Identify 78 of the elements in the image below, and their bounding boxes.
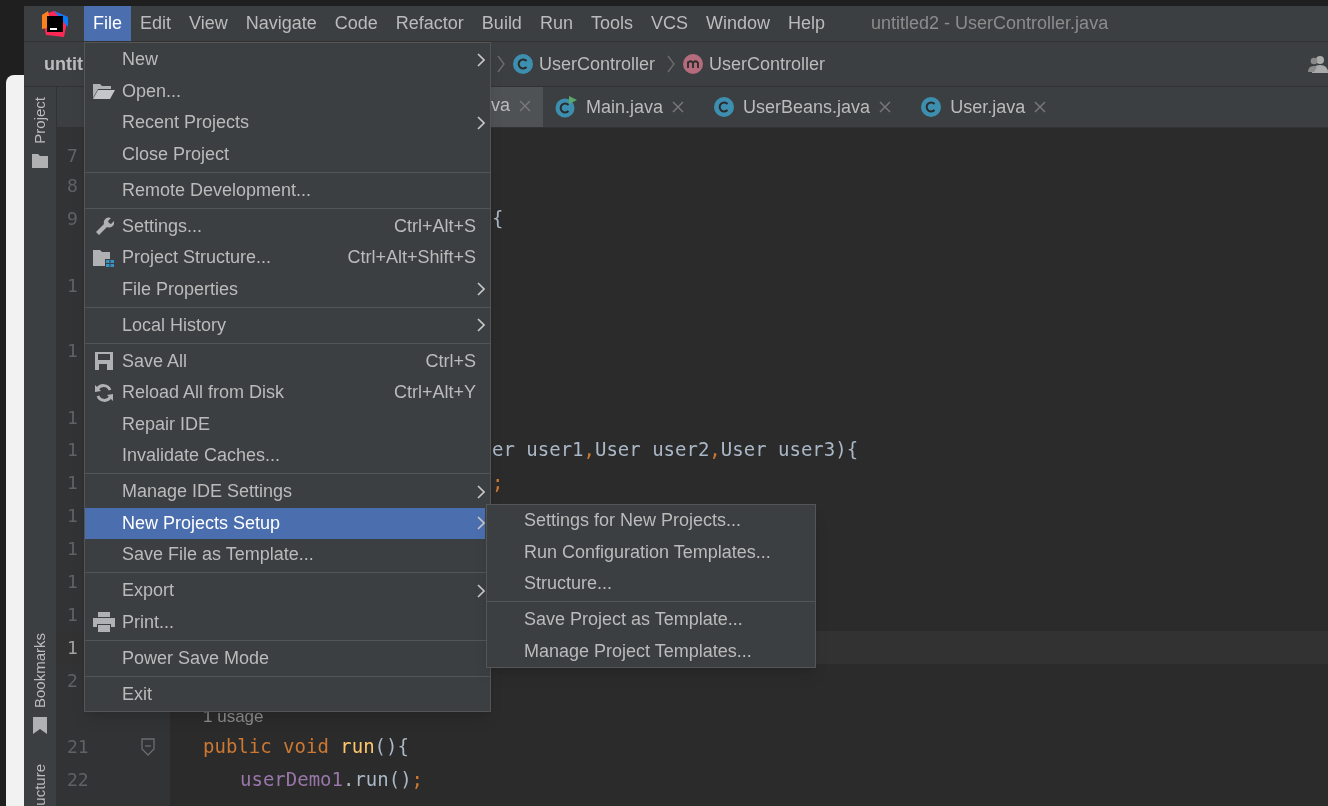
close-icon[interactable] [519, 99, 531, 112]
window-title: untitled2 - UserController.java [871, 12, 1109, 35]
code-line: userDemo1.run(); [240, 767, 424, 793]
folder-grid-icon [92, 248, 115, 267]
breadcrumb[interactable]: UserController [539, 50, 656, 78]
menu-item[interactable]: Recent Projects [85, 107, 485, 139]
menu-item[interactable]: Export [85, 575, 485, 607]
menu-item[interactable]: Save Project as Template... [487, 604, 810, 636]
menu-item[interactable]: File Properties [85, 273, 485, 305]
refresh-icon [93, 382, 114, 403]
tool-window-button[interactable]: Project [28, 97, 52, 144]
menu-item[interactable]: Invalidate Caches... [85, 440, 485, 472]
chevron-icon [497, 54, 505, 74]
bookmark-icon[interactable] [33, 717, 47, 735]
users-icon[interactable] [1308, 55, 1328, 73]
editor-tab[interactable]: va [491, 87, 543, 127]
chevron-icon [667, 54, 676, 74]
menu-item[interactable]: Reload All from Disk Ctrl+Alt+Y [85, 377, 485, 409]
breadcrumb[interactable]: UserController [709, 50, 826, 78]
app-logo-icon[interactable] [42, 10, 68, 37]
folder-open-icon [92, 82, 115, 101]
menu-item[interactable]: Exit [85, 678, 485, 710]
close-icon[interactable] [672, 101, 685, 113]
class-icon [513, 54, 533, 74]
menu-bar-item[interactable]: Refactor [386, 6, 473, 41]
menu-item[interactable]: Remote Development... [85, 174, 485, 206]
menu-item[interactable]: New Projects Setup [85, 507, 485, 539]
editor-tab[interactable]: UserBeans.java [702, 87, 904, 127]
menu-bar-item[interactable]: Help [779, 6, 835, 41]
code-line: er user1,User user2,User user3){ [492, 437, 859, 463]
menu-bar-item[interactable]: Navigate [236, 6, 326, 41]
editor-tab[interactable]: User.java [909, 87, 1059, 127]
fold-marker-icon[interactable] [141, 737, 155, 756]
menu-item[interactable]: Local History [85, 309, 485, 341]
printer-icon [92, 612, 115, 633]
menu-item[interactable]: Manage Project Templates... [487, 635, 810, 667]
menu-bar-item[interactable]: Window [696, 6, 779, 41]
menu-bar-item[interactable]: File [84, 6, 131, 41]
menu-item[interactable]: Print... [85, 606, 485, 638]
menu-item[interactable]: Run Configuration Templates... [487, 536, 810, 568]
shortcut-text: Ctrl+Alt+S [393, 214, 477, 238]
close-icon[interactable] [879, 101, 892, 113]
editor-tab[interactable]: Main.java [543, 87, 697, 127]
menu-item[interactable]: Close Project [85, 138, 485, 170]
menu-item[interactable]: Manage IDE Settings [85, 476, 485, 508]
menu-item[interactable]: Open... [85, 75, 485, 107]
shortcut-text: Ctrl+Alt+Y [393, 381, 477, 405]
menu-item[interactable]: Project Structure... Ctrl+Alt+Shift+S [85, 242, 485, 274]
class-icon [714, 97, 735, 117]
menu-bar-item[interactable]: Tools [581, 6, 642, 41]
menu-item[interactable]: Repair IDE [85, 408, 485, 440]
menu-bar-item[interactable]: Run [530, 6, 582, 41]
tool-window-button[interactable]: Bookmarks [28, 633, 52, 709]
method-icon [683, 54, 704, 74]
menu-item[interactable]: New [85, 44, 485, 76]
code-line: public void run(){ [203, 734, 409, 760]
runnable-class-icon [555, 96, 577, 118]
project-name[interactable]: untit [44, 50, 83, 78]
menu-item[interactable]: Power Save Mode [85, 642, 485, 674]
line-number: 1 [67, 636, 78, 660]
menu-bar-item[interactable]: Build [472, 6, 531, 41]
menu-bar-item[interactable]: Code [325, 6, 387, 41]
shortcut-text: Ctrl+Alt+Shift+S [347, 246, 477, 270]
menu-item[interactable]: Structure... [487, 568, 810, 600]
menu-bar-item[interactable]: VCS [641, 6, 697, 41]
shortcut-text: Ctrl+S [425, 349, 477, 373]
menu-item[interactable]: Settings... Ctrl+Alt+S [85, 210, 485, 242]
class-icon [921, 97, 942, 117]
menu-item[interactable]: Save File as Template... [85, 539, 485, 571]
menu-item[interactable]: Settings for New Projects... [487, 505, 810, 537]
folder-icon[interactable] [32, 153, 48, 168]
menu-bar-item[interactable]: Edit [131, 6, 181, 41]
tool-window-button[interactable]: ucture [28, 764, 52, 806]
code-line: { [492, 206, 504, 232]
code-line: ; [492, 470, 504, 496]
close-icon[interactable] [1034, 101, 1047, 113]
menu-bar-item[interactable]: View [180, 6, 237, 41]
menu-item[interactable]: Save All Ctrl+S [85, 345, 485, 377]
